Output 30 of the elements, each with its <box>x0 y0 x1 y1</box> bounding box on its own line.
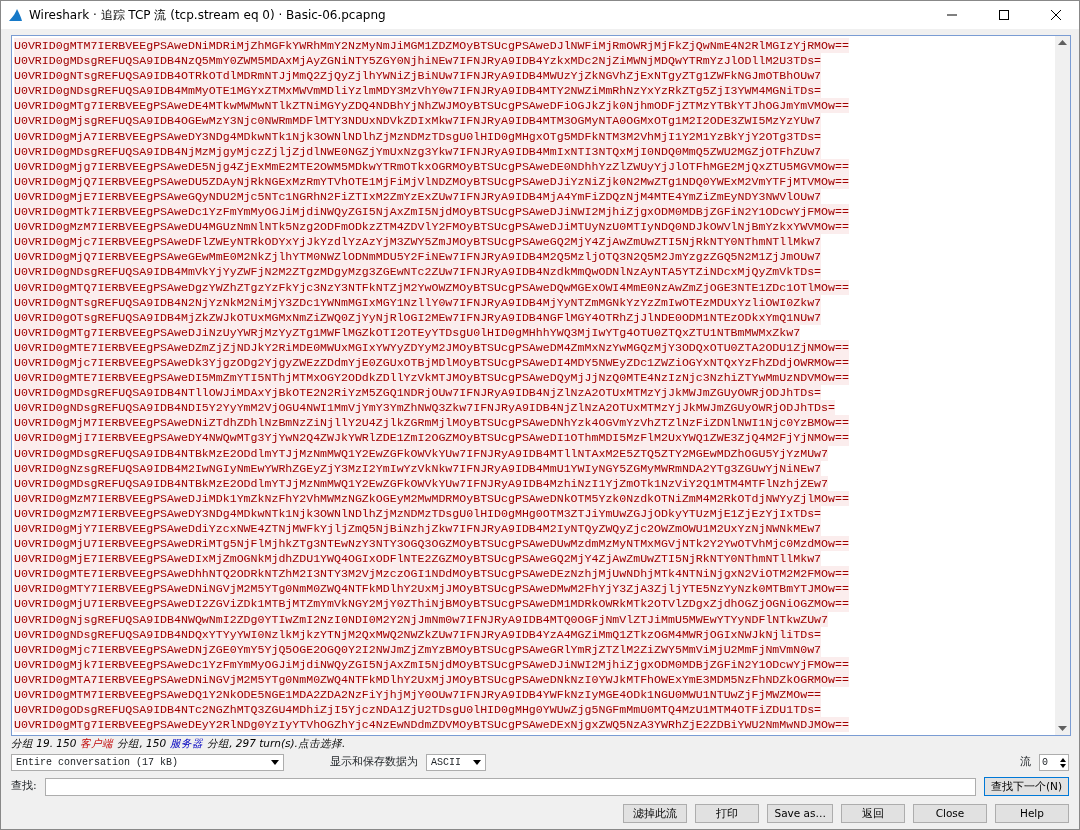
maximize-icon <box>999 10 1009 20</box>
dialog-button[interactable]: 滤掉此流 <box>623 804 688 823</box>
format-dropdown[interactable]: ASCII <box>426 754 486 771</box>
window-title: Wireshark · 追踪 TCP 流 (tcp.stream eq 0) · Basic-06.pcapng <box>29 7 387 24</box>
dialog-button[interactable]: Save as… <box>767 804 833 823</box>
status-text: 分组, 150 <box>117 736 167 752</box>
conversation-dropdown[interactable]: Entire conversation (17 kB) <box>11 754 284 771</box>
dialog-button[interactable]: Close <box>913 804 987 823</box>
status-text: 分组 19. 150 <box>11 736 77 752</box>
stream-spinbox[interactable]: 0 <box>1039 754 1069 771</box>
find-field[interactable] <box>44 777 976 796</box>
scrollbar[interactable] <box>1055 36 1070 735</box>
format-label: 显示和保存数据为 <box>330 754 418 771</box>
find-next-button[interactable]: 查找下一个(N) <box>983 777 1069 796</box>
scroll-down-icon[interactable] <box>1058 726 1067 732</box>
dialog-button[interactable]: 返回 <box>841 804 905 823</box>
caret-icon <box>271 760 279 765</box>
close-icon <box>1051 10 1061 20</box>
spin-arrows-icon[interactable] <box>1060 756 1066 769</box>
stream-label: 流 <box>1020 754 1031 771</box>
caret-icon <box>473 760 481 765</box>
dialog-button[interactable]: 打印 <box>695 804 760 823</box>
find-label: 查找: <box>11 778 37 795</box>
client-label: 客户端 <box>80 736 114 752</box>
status-text: 分组, 297 turn(s).点击选择. <box>207 736 346 752</box>
app-icon <box>7 8 23 22</box>
stream-text-area[interactable] <box>11 35 1071 736</box>
server-label: 服务器 <box>170 736 204 752</box>
scroll-up-icon[interactable] <box>1058 39 1067 45</box>
dialog-button[interactable]: Help <box>995 804 1069 823</box>
